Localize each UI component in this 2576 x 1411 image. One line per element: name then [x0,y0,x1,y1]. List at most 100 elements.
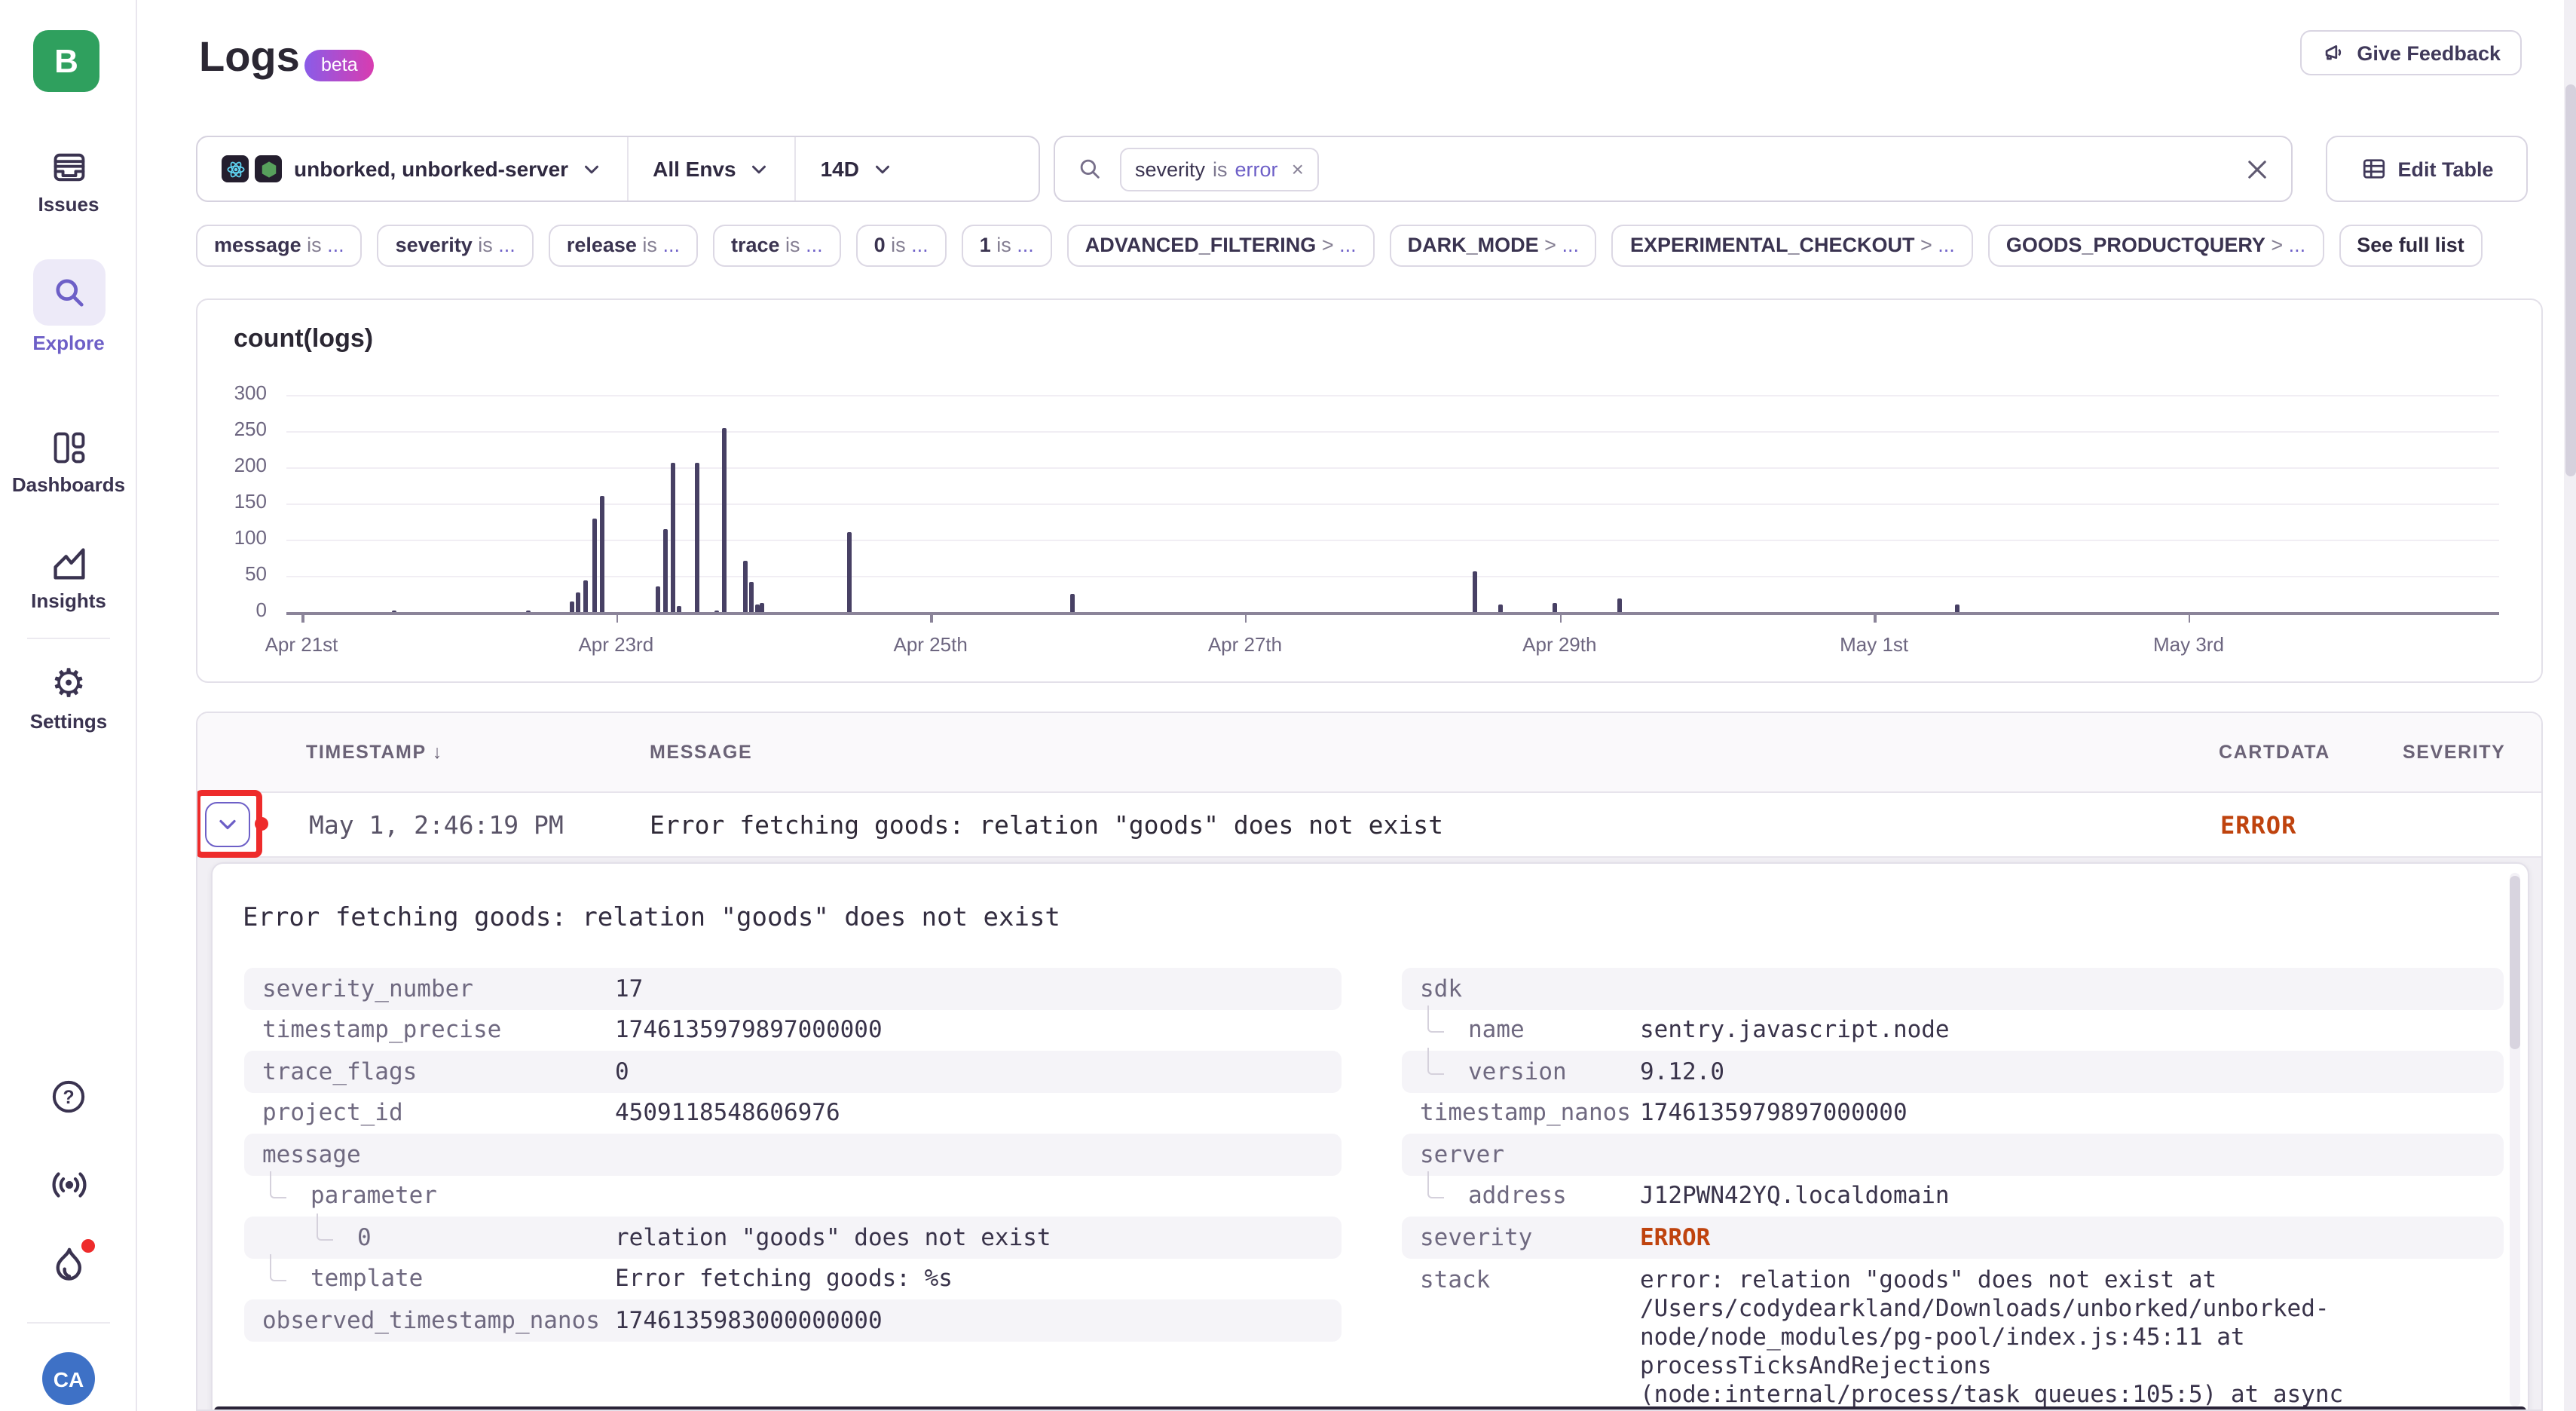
gridline [286,576,2499,577]
flame-icon [47,1245,90,1287]
scrollbar-thumb[interactable] [2510,876,2520,1049]
filter-chip-DARK_MODE[interactable]: DARK_MODE > ... [1390,225,1597,267]
filter-chip-trace[interactable]: trace is ... [713,225,841,267]
project-selector[interactable]: unborked, unborked-server [197,155,627,182]
chart-bar [670,462,675,612]
y-tick-label: 50 [197,562,267,585]
environment-selector[interactable]: All Envs [629,157,795,181]
attribute-key: template [262,1266,615,1293]
sidebar-item-dashboards[interactable]: Dashboards [0,428,137,496]
column-header-timestamp[interactable]: TIMESTAMP ↓ [306,713,443,793]
detail-attributes-right: sdknamesentry.javascript.nodeversion9.12… [1402,968,2504,1411]
table-icon [2360,155,2387,182]
scrollbar-thumb[interactable] [2565,84,2575,476]
table-header: TIMESTAMP ↓ MESSAGE CARTDATA SEVERITY [197,713,2541,793]
chart-bar [576,592,580,612]
search-bar[interactable]: severity is error × [1054,136,2293,202]
x-tick-mark [931,614,933,623]
filter-chip-0[interactable]: 0 is ... [856,225,947,267]
page-filter-bar: unborked, unborked-server All Envs 14D [196,136,1040,202]
chart-bar [584,581,589,612]
filter-chip-release[interactable]: release is ... [549,225,698,267]
chart-bar [1617,599,1622,612]
chart-bar [696,462,700,612]
filter-chip-1[interactable]: 1 is ... [962,225,1052,267]
see-full-list-button[interactable]: See full list [2339,225,2483,267]
notification-dot [81,1239,95,1253]
give-feedback-button[interactable]: Give Feedback [2299,30,2522,75]
column-header-cartdata[interactable]: CARTDATA [2219,713,2330,793]
attribute-key: timestamp_nanos [1420,1100,1640,1127]
gridline [286,431,2499,433]
x-tick-label: May 3rd [2110,633,2267,656]
insights-icon [49,544,88,583]
y-tick-label: 200 [197,454,267,476]
detail-row-template: templateError fetching goods: %s [244,1258,1342,1299]
chart-plot-area[interactable]: 050100150200250300Apr 21stApr 23rdApr 25… [197,300,2541,681]
filter-chip-GOODS_PRODUCTQUERY[interactable]: GOODS_PRODUCTQUERY > ... [1988,225,2324,267]
issues-icon [49,148,88,187]
detail-row-stack: stackerror: relation "goods" does not ex… [1402,1258,2504,1411]
column-header-message[interactable]: MESSAGE [650,713,752,793]
sidebar-item-insights[interactable]: Insights [0,544,137,612]
detail-row-parameter: parameter [244,1175,1342,1217]
chart-bar [714,610,719,612]
chart-bar [1498,604,1502,612]
dashboards-icon [49,428,88,467]
token-remove-icon[interactable]: × [1292,157,1304,181]
whats-new-button[interactable] [0,1245,137,1287]
megaphone-icon [2321,40,2346,66]
search-filter-token[interactable]: severity is error × [1120,147,1319,191]
x-tick-mark [1874,614,1877,623]
edit-table-button[interactable]: Edit Table [2326,136,2528,202]
give-feedback-label: Give Feedback [2357,41,2501,64]
chevron-down-icon [871,158,894,180]
row-severity: ERROR [2220,793,2296,858]
help-button[interactable]: ? [0,1076,137,1117]
attribute-value: ERROR [1640,1224,1710,1251]
date-range-value: 14D [821,157,859,181]
clear-search-button[interactable] [2244,156,2270,182]
chevron-down-icon [748,158,771,180]
page-scrollbar[interactable] [2564,0,2576,1411]
y-tick-label: 150 [197,490,267,513]
attribute-key: version [1420,1058,1640,1085]
filter-chip-EXPERIMENTAL_CHECKOUT[interactable]: EXPERIMENTAL_CHECKOUT > ... [1612,225,1973,267]
detail-row-observed_timestamp_nanos: observed_timestamp_nanos1746135983000000… [244,1299,1342,1341]
broadcast-button[interactable] [0,1164,137,1206]
chart-bar [570,601,574,612]
filter-chip-message[interactable]: message is ... [196,225,363,267]
sidebar-item-issues[interactable]: Issues [0,148,137,216]
sidebar-item-label: Issues [0,193,137,216]
chevron-down-icon [580,158,603,180]
attribute-value: J12PWN42YQ.localdomain [1640,1183,1950,1210]
chart-bar [600,496,604,612]
date-range-selector[interactable]: 14D [797,157,918,181]
detail-row-project_id: project_id4509118548606976 [244,1092,1342,1134]
gridline [286,467,2499,469]
user-avatar[interactable]: CA [42,1352,95,1405]
org-logo[interactable]: B [33,30,99,92]
detail-row-message: message [244,1134,1342,1175]
attribute-value: 9.12.0 [1640,1058,1724,1085]
filter-chip-severity[interactable]: severity is ... [378,225,534,267]
x-tick-label: Apr 29th [1481,633,1638,656]
detail-row-severity_number: severity_number17 [244,968,1342,1009]
x-tick-label: Apr 21st [223,633,380,656]
token-value: error [1235,158,1278,180]
sidebar-item-settings[interactable]: ⚙ Settings [0,665,137,733]
detail-scrollbar[interactable] [2510,873,2520,1406]
node-platform-icon [255,155,282,182]
table-row[interactable]: May 1, 2:46:19 PM Error fetching goods: … [197,793,2541,858]
svg-text:?: ? [63,1088,74,1108]
filter-chip-ADVANCED_FILTERING[interactable]: ADVANCED_FILTERING > ... [1067,225,1375,267]
sort-desc-icon: ↓ [433,742,443,763]
chart-bar [722,427,727,612]
x-tick-mark [301,614,304,623]
broadcast-icon [47,1164,90,1206]
attribute-value: 1746135979897000000 [1640,1100,1908,1127]
x-axis-line [286,612,2499,615]
column-header-severity[interactable]: SEVERITY [2403,713,2505,793]
sidebar-item-explore[interactable]: Explore [0,259,137,354]
attribute-key: severity [1420,1224,1640,1251]
